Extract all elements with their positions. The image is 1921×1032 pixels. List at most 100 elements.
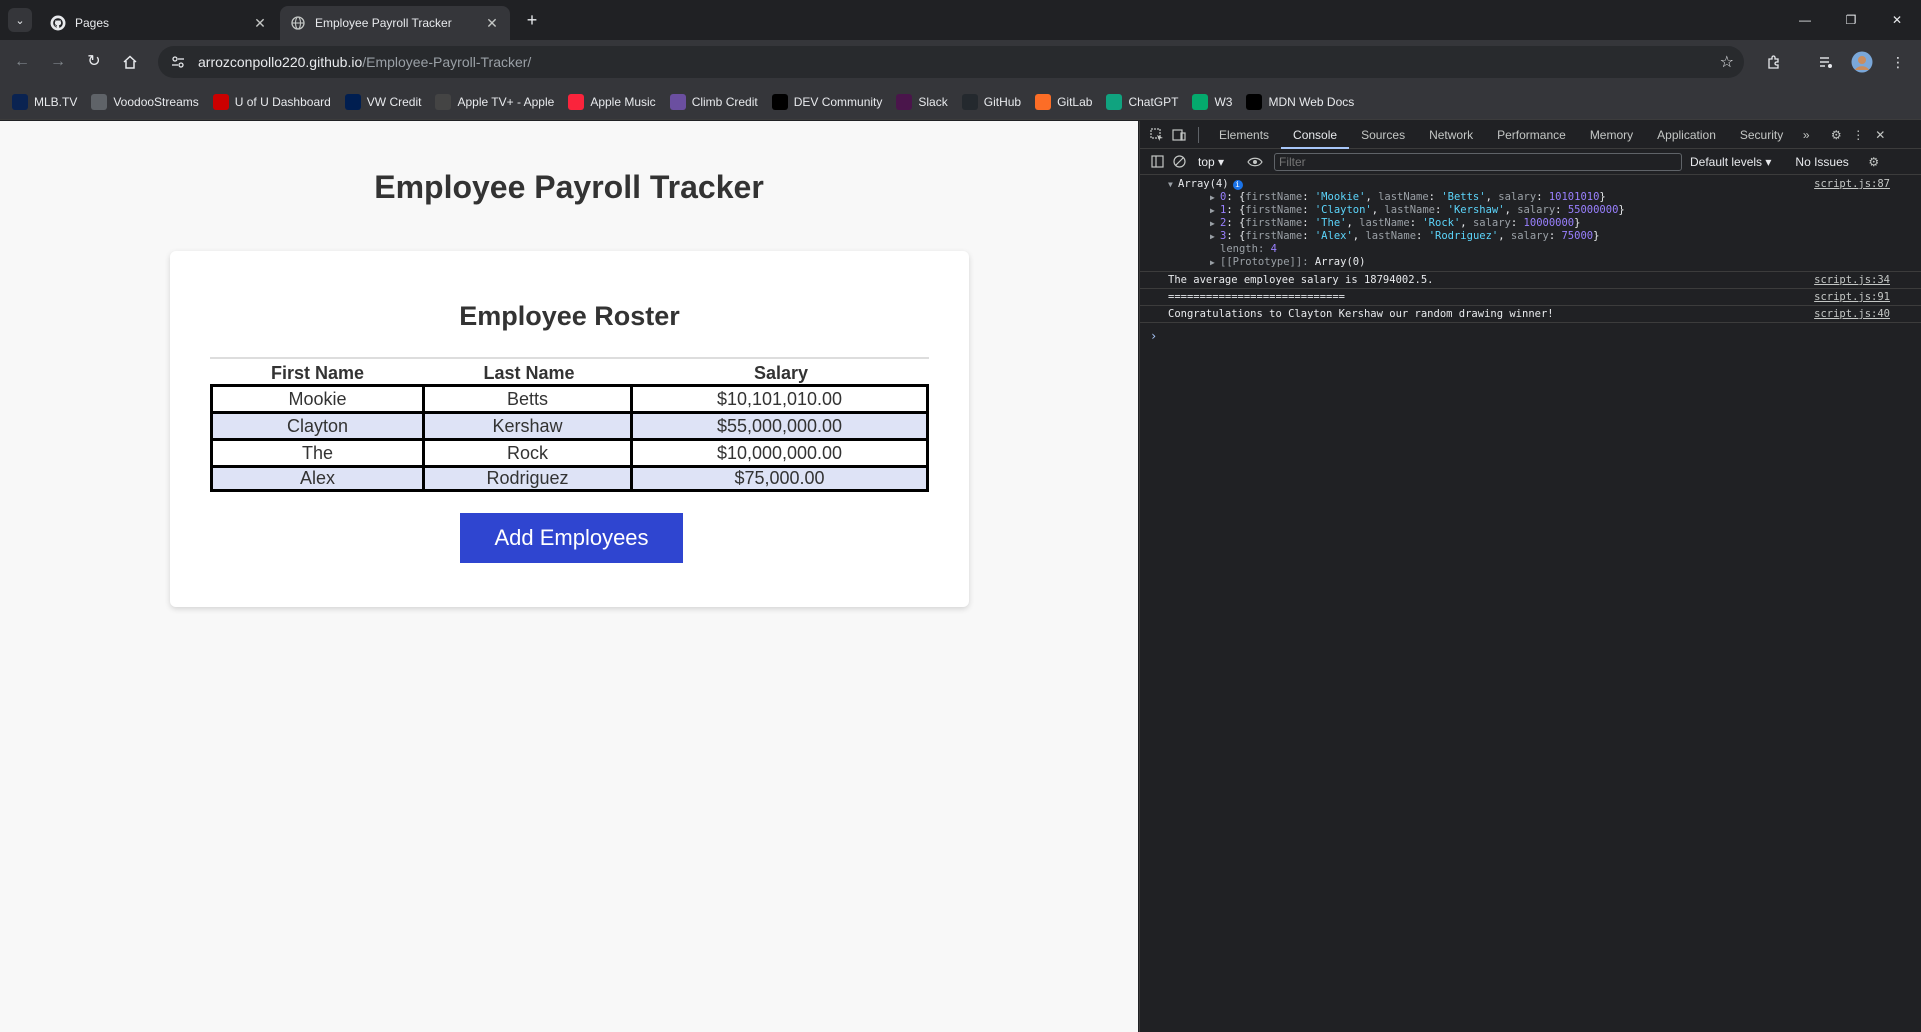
issues-counter[interactable]: No Issues <box>1795 155 1848 169</box>
array-item[interactable]: ▶ 3: {firstName: 'Alex', lastName: 'Rodri… <box>1168 230 1894 243</box>
employee-table: First Name Last Name Salary Mookie Betts… <box>210 357 929 492</box>
menu-kebab-icon[interactable]: ⋮ <box>1886 50 1910 74</box>
close-tab-icon[interactable]: ✕ <box>484 15 500 31</box>
bookmark-item[interactable]: MLB.TV <box>12 93 77 110</box>
device-toolbar-icon[interactable] <box>1168 124 1190 146</box>
close-devtools-icon[interactable]: ✕ <box>1869 124 1891 146</box>
slack-icon <box>896 93 913 110</box>
console-source-link[interactable]: script.js:87 <box>1814 178 1890 190</box>
console-message: Congratulations to Clayton Kershaw our r… <box>1140 306 1921 323</box>
devtools-tab-sources[interactable]: Sources <box>1349 121 1417 149</box>
devtools-tab-memory[interactable]: Memory <box>1578 121 1645 149</box>
bookmark-label: Apple Music <box>590 94 656 109</box>
tab-pages[interactable]: Pages ✕ <box>40 6 278 40</box>
close-tab-icon[interactable]: ✕ <box>252 15 268 31</box>
table-row: Alex Rodriguez $75,000.00 <box>210 465 929 492</box>
bookmark-label: Apple TV+ - Apple <box>457 94 555 109</box>
salary-cell: $75,000.00 <box>633 465 929 492</box>
bookmark-item[interactable]: GitLab <box>1035 93 1092 110</box>
first-name-cell: Clayton <box>210 411 425 438</box>
column-header-last-name: Last Name <box>425 357 633 384</box>
console-message-text: ============================ <box>1168 291 1346 303</box>
console-source-link[interactable]: script.js:34 <box>1814 274 1890 286</box>
expand-triangle-icon[interactable]: ▶ <box>1210 230 1220 243</box>
expand-triangle-icon[interactable]: ▼ <box>1168 179 1178 191</box>
bookmark-item[interactable]: Apple Music <box>568 93 656 110</box>
address-bar[interactable]: arrozconpollo220.github.io/Employee-Payr… <box>158 46 1744 78</box>
table-header-row: First Name Last Name Salary <box>210 357 929 384</box>
devtools-menu-kebab-icon[interactable]: ⋮ <box>1847 124 1869 146</box>
info-icon: i <box>1232 180 1243 190</box>
expand-triangle-icon[interactable]: ▶ <box>1210 204 1220 217</box>
console-array-entry[interactable]: ▼ Array(4) i script.js:87 ▶ 0: {firstName: … <box>1140 176 1921 272</box>
close-window-icon[interactable]: ✕ <box>1884 8 1910 32</box>
bookmark-label: Climb Credit <box>691 94 758 109</box>
console-filter-input[interactable] <box>1274 152 1682 171</box>
console-source-link[interactable]: script.js:40 <box>1814 308 1890 320</box>
context-select[interactable]: top ▾ <box>1198 155 1244 169</box>
add-employees-button[interactable]: Add Employees <box>460 513 683 563</box>
console-messages: The average employee salary is 18794002.… <box>1140 272 1921 323</box>
profile-avatar[interactable] <box>1850 50 1874 74</box>
bookmark-star-icon[interactable]: ☆ <box>1720 52 1734 72</box>
extensions-icon[interactable] <box>1762 50 1786 74</box>
console-settings-gear-icon[interactable]: ⚙ <box>1863 151 1885 173</box>
bookmark-item[interactable]: Slack <box>896 93 948 110</box>
expand-triangle-icon[interactable]: ▶ <box>1210 217 1220 230</box>
bookmark-item[interactable]: Apple TV+ - Apple <box>435 93 555 110</box>
devtools-tab-elements[interactable]: Elements <box>1207 121 1281 149</box>
array-item[interactable]: ▶ 2: {firstName: 'The', lastName: 'Rock',… <box>1168 217 1894 230</box>
clear-console-icon[interactable] <box>1168 151 1190 173</box>
console-source-link[interactable]: script.js:91 <box>1814 291 1890 303</box>
bookmark-item[interactable]: MDN Web Docs <box>1246 93 1354 110</box>
devtools-tab-performance[interactable]: Performance <box>1485 121 1578 149</box>
console-prompt-icon[interactable]: › <box>1140 329 1921 343</box>
bookmark-item[interactable]: Climb Credit <box>669 93 758 110</box>
console-message-text: The average employee salary is 18794002.… <box>1168 274 1434 286</box>
console-message: ============================ script.js:91 <box>1140 289 1921 306</box>
devtools-tab-security[interactable]: Security <box>1728 121 1795 149</box>
media-controls-icon[interactable] <box>1814 50 1838 74</box>
expand-triangle-icon[interactable]: ▶ <box>1210 191 1220 204</box>
bookmark-item[interactable]: VW Credit <box>344 93 421 110</box>
bookmark-item[interactable]: VoodooStreams <box>91 93 199 110</box>
sidebar-toggle-icon[interactable] <box>1146 151 1168 173</box>
more-tabs-chevron-icon[interactable]: » <box>1795 124 1817 146</box>
bookmark-item[interactable]: U of U Dashboard <box>212 93 331 110</box>
array-items: ▶ 0: {firstName: 'Mookie', lastName: 'Bet… <box>1168 191 1894 243</box>
array-item[interactable]: ▶ 1: {firstName: 'Clayton', lastName: 'Ke… <box>1168 204 1894 217</box>
devtools-tab-application[interactable]: Application <box>1645 121 1728 149</box>
back-arrow-icon[interactable]: ← <box>10 50 34 74</box>
tab-label: Pages <box>75 16 110 30</box>
live-expression-eye-icon[interactable] <box>1244 151 1266 173</box>
devtools-tab-network[interactable]: Network <box>1417 121 1485 149</box>
page-viewport: Employee Payroll Tracker Employee Roster… <box>0 121 1138 1032</box>
w3-icon <box>1192 93 1209 110</box>
tab-search-chevron-icon[interactable]: ⌄ <box>8 8 32 32</box>
forward-arrow-icon[interactable]: → <box>46 50 70 74</box>
dev-icon <box>771 93 788 110</box>
bookmark-item[interactable]: DEV Community <box>771 93 882 110</box>
tab-employee-payroll-tracker[interactable]: Employee Payroll Tracker ✕ <box>280 6 510 40</box>
new-tab-plus-icon[interactable]: + <box>522 10 542 30</box>
bookmark-item[interactable]: W3 <box>1192 93 1232 110</box>
github-icon <box>50 15 66 31</box>
devtools-tab-console[interactable]: Console <box>1281 121 1350 149</box>
restore-icon[interactable]: ❐ <box>1838 8 1864 32</box>
array-prototype[interactable]: ▶ [[Prototype]]: Array(0) <box>1168 256 1894 269</box>
last-name-cell: Rodriguez <box>425 465 633 492</box>
bookmark-item[interactable]: ChatGPT <box>1106 93 1178 110</box>
reload-icon[interactable]: ↻ <box>82 50 106 74</box>
array-item[interactable]: ▶ 0: {firstName: 'Mookie', lastName: 'Bet… <box>1168 191 1894 204</box>
toolbar-divider <box>1198 126 1199 143</box>
inspect-element-icon[interactable] <box>1146 124 1168 146</box>
minimize-icon[interactable]: — <box>1792 8 1818 32</box>
site-info-icon[interactable] <box>170 54 186 70</box>
first-name-cell: Mookie <box>210 384 425 411</box>
browser-toolbar: ← → ↻ arrozconpollo220.github.io/Employe… <box>0 40 1921 84</box>
home-icon[interactable] <box>118 50 142 74</box>
bookmark-item[interactable]: GitHub <box>961 93 1021 110</box>
settings-gear-icon[interactable]: ⚙ <box>1825 124 1847 146</box>
log-levels-dropdown[interactable]: Default levels ▾ <box>1690 155 1771 169</box>
devtools-panel: Elements Console Sources Network Perform… <box>1139 121 1921 1032</box>
